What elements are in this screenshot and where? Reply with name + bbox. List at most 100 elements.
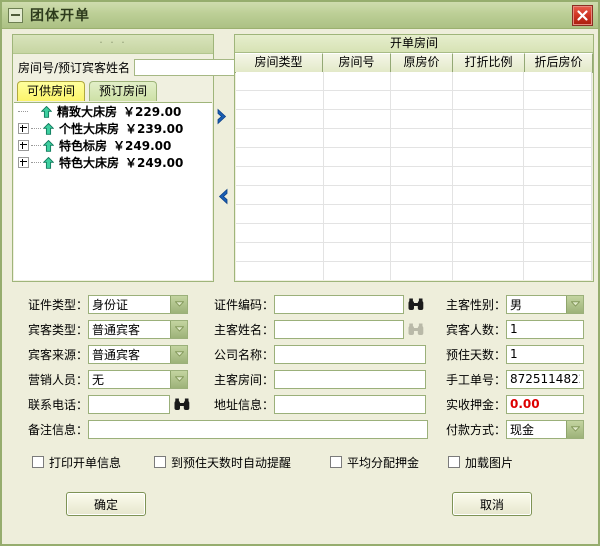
table-cell[interactable]: [236, 205, 324, 223]
table-cell[interactable]: [236, 224, 324, 242]
table-row[interactable]: [236, 224, 592, 243]
table-cell[interactable]: [453, 262, 525, 280]
address-input[interactable]: [274, 394, 426, 414]
table-cell[interactable]: [524, 91, 592, 109]
column-header-discount[interactable]: 打折比例: [453, 53, 525, 72]
sales-staff-select[interactable]: 无: [88, 369, 188, 389]
table-cell[interactable]: [324, 72, 392, 90]
table-cell[interactable]: [324, 148, 392, 166]
table-cell[interactable]: [524, 167, 592, 185]
binoculars-icon[interactable]: [408, 323, 424, 336]
tree-item-room-type[interactable]: 特色大床房 ￥249.00: [14, 154, 212, 171]
cancel-button[interactable]: 取消: [452, 492, 532, 516]
table-cell[interactable]: [453, 167, 525, 185]
table-cell[interactable]: [391, 110, 453, 128]
table-cell[interactable]: [453, 205, 525, 223]
table-cell[interactable]: [324, 167, 392, 185]
table-cell[interactable]: [453, 91, 525, 109]
stay-days-input[interactable]: [506, 344, 584, 364]
checkbox-print-checkin-info[interactable]: 打印开单信息: [32, 454, 121, 471]
table-cell[interactable]: [391, 186, 453, 204]
main-guest-name-input[interactable]: [274, 319, 404, 339]
tree-expander-icon[interactable]: [18, 123, 29, 134]
remove-room-button[interactable]: [212, 186, 232, 206]
checkbox-average-deposit[interactable]: 平均分配押金: [330, 454, 419, 471]
table-cell[interactable]: [236, 129, 324, 147]
table-cell[interactable]: [453, 243, 525, 261]
table-cell[interactable]: [236, 91, 324, 109]
table-cell[interactable]: [324, 186, 392, 204]
table-cell[interactable]: [524, 129, 592, 147]
table-body[interactable]: [236, 72, 592, 280]
chevron-down-icon[interactable]: [170, 345, 187, 363]
table-cell[interactable]: [236, 243, 324, 261]
table-row[interactable]: [236, 262, 592, 280]
minimize-box-icon[interactable]: [8, 7, 23, 23]
remark-input[interactable]: [88, 419, 428, 439]
table-cell[interactable]: [524, 186, 592, 204]
checkbox-auto-remind[interactable]: 到预住天数时自动提醒: [154, 454, 291, 471]
table-cell[interactable]: [236, 186, 324, 204]
table-cell[interactable]: [324, 110, 392, 128]
table-row[interactable]: [236, 91, 592, 110]
table-row[interactable]: [236, 129, 592, 148]
checkbox-load-image[interactable]: 加载图片: [448, 454, 513, 471]
table-row[interactable]: [236, 167, 592, 186]
table-cell[interactable]: [324, 129, 392, 147]
table-cell[interactable]: [391, 262, 453, 280]
checkbox-box[interactable]: [330, 456, 342, 468]
guest-count-input[interactable]: [506, 319, 584, 339]
deposit-input[interactable]: [506, 394, 584, 414]
table-cell[interactable]: [324, 91, 392, 109]
room-type-tree[interactable]: 精致大床房 ￥229.00 个性大床房 ￥239.00 特色标房 ￥249.00…: [14, 102, 212, 280]
table-cell[interactable]: [453, 224, 525, 242]
table-row[interactable]: [236, 148, 592, 167]
close-button[interactable]: [572, 5, 593, 26]
chevron-down-icon[interactable]: [170, 370, 187, 388]
table-cell[interactable]: [524, 72, 592, 90]
table-cell[interactable]: [453, 72, 525, 90]
table-cell[interactable]: [236, 110, 324, 128]
binoculars-icon[interactable]: [174, 398, 190, 411]
add-room-button[interactable]: [212, 106, 232, 126]
table-cell[interactable]: [324, 205, 392, 223]
table-row[interactable]: [236, 186, 592, 205]
chevron-down-icon[interactable]: [170, 295, 187, 313]
table-cell[interactable]: [324, 262, 392, 280]
main-guest-room-input[interactable]: [274, 369, 426, 389]
table-cell[interactable]: [524, 148, 592, 166]
table-cell[interactable]: [391, 91, 453, 109]
phone-input[interactable]: [88, 394, 170, 414]
table-cell[interactable]: [236, 148, 324, 166]
table-cell[interactable]: [453, 110, 525, 128]
table-cell[interactable]: [524, 224, 592, 242]
cert-type-select[interactable]: 身份证: [88, 294, 188, 314]
checkbox-box[interactable]: [32, 456, 44, 468]
table-cell[interactable]: [453, 129, 525, 147]
table-row[interactable]: [236, 205, 592, 224]
tree-item-room-type[interactable]: 精致大床房 ￥229.00: [14, 103, 212, 120]
tree-expander-icon[interactable]: [18, 140, 29, 151]
gender-select[interactable]: 男: [506, 294, 584, 314]
table-cell[interactable]: [453, 186, 525, 204]
guest-type-select[interactable]: 普通宾客: [88, 319, 188, 339]
tab-reserved-rooms[interactable]: 预订房间: [89, 81, 158, 101]
binoculars-icon[interactable]: [408, 298, 424, 311]
chevron-down-icon[interactable]: [566, 295, 583, 313]
table-row[interactable]: [236, 243, 592, 262]
table-cell[interactable]: [524, 262, 592, 280]
table-row[interactable]: [236, 110, 592, 129]
table-cell[interactable]: [391, 148, 453, 166]
table-cell[interactable]: [391, 205, 453, 223]
checkbox-box[interactable]: [448, 456, 460, 468]
payment-select[interactable]: 现金: [506, 419, 584, 439]
table-cell[interactable]: [236, 72, 324, 90]
checkbox-box[interactable]: [154, 456, 166, 468]
column-header-final-price[interactable]: 折后房价: [525, 53, 593, 72]
table-cell[interactable]: [391, 243, 453, 261]
table-cell[interactable]: [324, 224, 392, 242]
tree-expander-icon[interactable]: [18, 157, 29, 168]
tree-item-room-type[interactable]: 特色标房 ￥249.00: [14, 137, 212, 154]
table-cell[interactable]: [236, 167, 324, 185]
column-header-room-number[interactable]: 房间号: [323, 53, 391, 72]
